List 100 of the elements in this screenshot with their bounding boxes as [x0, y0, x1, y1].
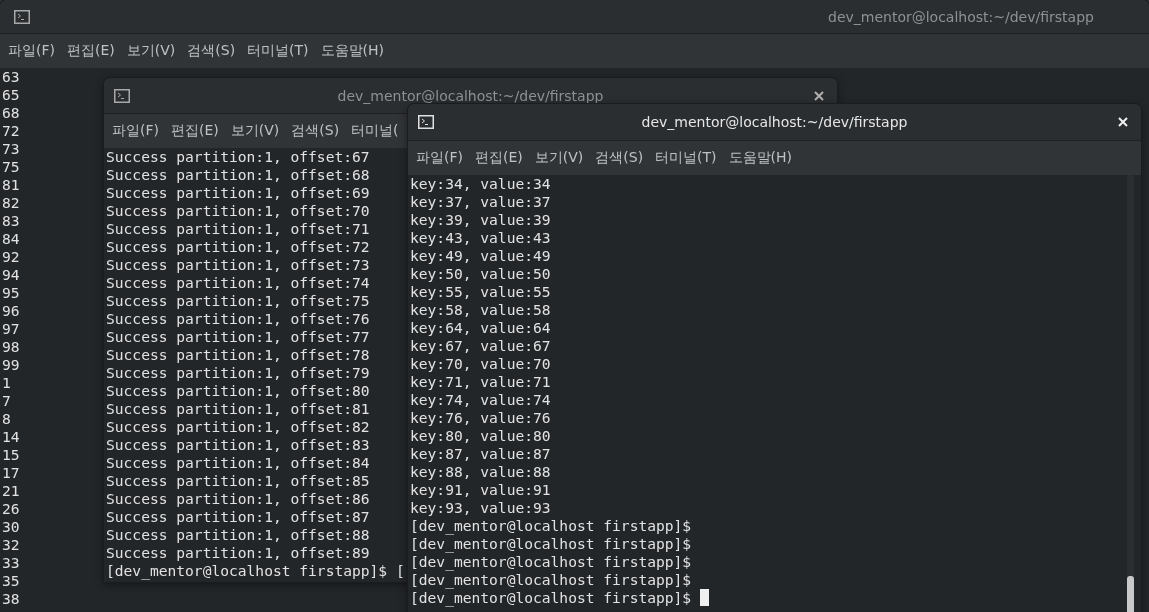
menu-item[interactable]: 도움말(H) — [722, 149, 799, 167]
terminal-icon — [14, 9, 30, 24]
menu-item[interactable]: 도움말(H) — [314, 42, 391, 60]
terminal-line: 35 — [2, 572, 20, 590]
terminal-line: 14 — [2, 428, 20, 446]
terminal-line: Success partition:1, offset:79 — [106, 364, 370, 382]
terminal-line: Success partition:1, offset:75 — [106, 292, 370, 310]
terminal-line: 30 — [2, 518, 20, 536]
menu-item[interactable]: 보기(V) — [120, 42, 182, 60]
terminal-line: [dev_mentor@localhost firstapp]$ — [410, 535, 692, 553]
terminal-line: Success partition:1, offset:85 — [106, 472, 370, 490]
terminal-line: 8 — [2, 410, 11, 428]
terminal-line: 92 — [2, 248, 20, 266]
terminal-line: key:55, value:55 — [410, 283, 551, 301]
terminal-line: [dev_mentor@localhost firstapp]$ [ — [106, 562, 405, 580]
terminal-line: 21 — [2, 482, 20, 500]
scrollbar[interactable] — [1127, 175, 1134, 612]
menu-item[interactable]: 터미널(T) — [241, 42, 315, 60]
terminal-line: Success partition:1, offset:73 — [106, 256, 370, 274]
terminal-line: key:91, value:91 — [410, 481, 551, 499]
terminal-line: key:49, value:49 — [410, 247, 551, 265]
terminal-icon — [114, 88, 130, 103]
terminal-line: Success partition:1, offset:80 — [106, 382, 370, 400]
terminal-line: key:76, value:76 — [410, 409, 551, 427]
terminal-line: [dev_mentor@localhost firstapp]$ — [410, 589, 692, 607]
menu-item[interactable]: 검색(S) — [589, 149, 650, 167]
window-title: dev_mentor@localhost:~/dev/firstapp — [828, 8, 1094, 25]
terminal-line: 32 — [2, 536, 20, 554]
terminal-line: 84 — [2, 230, 20, 248]
terminal-line: 65 — [2, 86, 20, 104]
terminal-line: Success partition:1, offset:89 — [106, 544, 370, 562]
terminal-line: 17 — [2, 464, 20, 482]
terminal-line: key:58, value:58 — [410, 301, 551, 319]
terminal-line: Success partition:1, offset:69 — [106, 184, 370, 202]
terminal-line: 33 — [2, 554, 20, 572]
menu-item[interactable]: 파일(F) — [106, 122, 165, 140]
terminal-line: key:50, value:50 — [410, 265, 551, 283]
terminal-line: 73 — [2, 140, 20, 158]
terminal-line: key:67, value:67 — [410, 337, 551, 355]
terminal-line: 96 — [2, 302, 20, 320]
terminal-line: 83 — [2, 212, 20, 230]
menu-item[interactable]: 터미널(T) — [649, 149, 723, 167]
terminal-line: 75 — [2, 158, 20, 176]
terminal-line: Success partition:1, offset:87 — [106, 508, 370, 526]
terminal-line: Success partition:1, offset:84 — [106, 454, 370, 472]
menu-item[interactable]: 편집(E) — [469, 149, 529, 167]
menu-item[interactable]: 터미널( — [345, 122, 405, 140]
terminal-line: Success partition:1, offset:76 — [106, 310, 370, 328]
terminal-line: Success partition:1, offset:72 — [106, 238, 370, 256]
terminal-line: 1 — [2, 374, 11, 392]
terminal-line: 97 — [2, 320, 20, 338]
terminal-line: Success partition:1, offset:74 — [106, 274, 370, 292]
terminal-line: 15 — [2, 446, 20, 464]
terminal-line: key:93, value:93 — [410, 499, 551, 517]
terminal-line: 72 — [2, 122, 20, 140]
terminal-line: 68 — [2, 104, 20, 122]
terminal-line: Success partition:1, offset:83 — [106, 436, 370, 454]
close-icon[interactable] — [813, 89, 825, 102]
terminal-line: key:71, value:71 — [410, 373, 551, 391]
terminal-line: Success partition:1, offset:82 — [106, 418, 370, 436]
terminal-line: [dev_mentor@localhost firstapp]$ — [410, 553, 692, 571]
terminal-line: key:37, value:37 — [410, 193, 551, 211]
terminal-line: 63 — [2, 68, 20, 86]
terminal-line: 82 — [2, 194, 20, 212]
terminal-line: key:87, value:87 — [410, 445, 551, 463]
terminal-line: 81 — [2, 176, 20, 194]
terminal-line: 7 — [2, 392, 11, 410]
menu-item[interactable]: 보기(V) — [224, 122, 286, 140]
terminal-line: Success partition:1, offset:70 — [106, 202, 370, 220]
terminal-line: 38 — [2, 590, 20, 608]
window-title: dev_mentor@localhost:~/dev/firstapp — [641, 114, 908, 130]
terminal-line: Success partition:1, offset:86 — [106, 490, 370, 508]
menu-item[interactable]: 검색(S) — [181, 42, 242, 60]
terminal-line: Success partition:1, offset:88 — [106, 526, 370, 544]
terminal-line: Success partition:1, offset:81 — [106, 400, 370, 418]
terminal-line: key:80, value:80 — [410, 427, 551, 445]
terminal-line: 94 — [2, 266, 20, 284]
terminal-line: 99 — [2, 356, 20, 374]
terminal-line: key:43, value:43 — [410, 229, 551, 247]
menu-item[interactable]: 파일(F) — [410, 149, 469, 167]
terminal-line: key:39, value:39 — [410, 211, 551, 229]
terminal-line: 26 — [2, 500, 20, 518]
terminal-line: key:88, value:88 — [410, 463, 551, 481]
menu-item[interactable]: 파일(F) — [2, 42, 61, 60]
terminal-line: Success partition:1, offset:67 — [106, 148, 370, 166]
menu-item[interactable]: 편집(E) — [61, 42, 121, 60]
terminal-line: Success partition:1, offset:77 — [106, 328, 370, 346]
terminal-line: 98 — [2, 338, 20, 356]
menu-item[interactable]: 검색(S) — [285, 122, 346, 140]
terminal-line: Success partition:1, offset:68 — [106, 166, 370, 184]
terminal-line: Success partition:1, offset:78 — [106, 346, 370, 364]
menu-item[interactable]: 편집(E) — [165, 122, 225, 140]
terminal-line: key:34, value:34 — [410, 175, 551, 193]
menu-item[interactable]: 보기(V) — [528, 149, 590, 167]
terminal-line: 95 — [2, 284, 20, 302]
window-title: dev_mentor@localhost:~/dev/firstapp — [337, 87, 604, 104]
terminal-line: key:64, value:64 — [410, 319, 551, 337]
terminal-icon — [418, 115, 434, 129]
terminal-line: [dev_mentor@localhost firstapp]$ — [410, 571, 692, 589]
terminal-line: [dev_mentor@localhost firstapp]$ — [410, 517, 692, 535]
